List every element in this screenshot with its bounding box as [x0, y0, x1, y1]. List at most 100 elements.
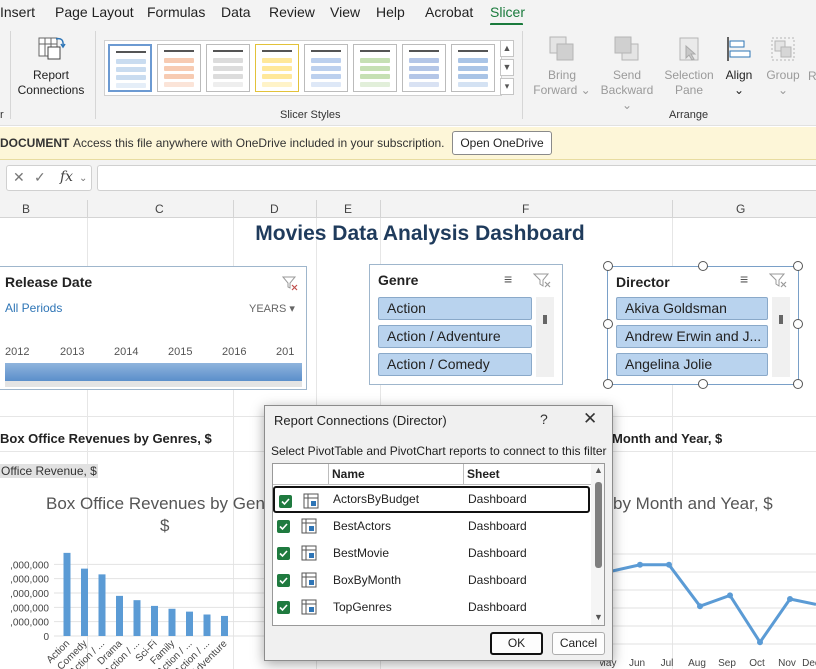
clear-filter-icon[interactable] — [533, 272, 551, 288]
checkbox-checked[interactable] — [277, 574, 290, 587]
slicer-styles-gallery[interactable] — [104, 40, 502, 96]
align-button[interactable]: Align ⌄ — [719, 34, 759, 98]
timeline-year[interactable]: 2013 — [60, 346, 84, 358]
timeline-bar[interactable] — [5, 363, 302, 381]
resize-handle[interactable] — [603, 379, 613, 389]
column-header-g[interactable]: G — [736, 202, 745, 216]
genre-slicer-scrollbar[interactable] — [536, 297, 554, 377]
table-row[interactable]: BoxByMonth Dashboard — [273, 567, 590, 594]
table-row[interactable]: TopGenres Dashboard — [273, 594, 590, 621]
scroll-down-icon[interactable]: ▼ — [594, 612, 603, 622]
checkbox-checked[interactable] — [277, 601, 290, 614]
cancel-button[interactable]: Cancel — [552, 632, 605, 655]
timeline-scrollbar[interactable] — [5, 381, 302, 387]
chevron-down-icon[interactable]: ⌄ — [79, 173, 87, 184]
timeline-year[interactable]: 201 — [276, 346, 294, 358]
slicer-item[interactable]: Andrew Erwin and J... — [616, 325, 768, 348]
open-onedrive-button[interactable]: Open OneDrive — [452, 131, 552, 155]
column-header-sheet[interactable]: Sheet — [464, 464, 591, 485]
column-header-c[interactable]: C — [155, 202, 164, 216]
connections-list[interactable]: Name Sheet ActorsByBudget Dashboard Best… — [272, 463, 605, 626]
resize-handle[interactable] — [698, 261, 708, 271]
ok-button[interactable]: OK — [490, 632, 543, 655]
timeline-year[interactable]: 2014 — [114, 346, 138, 358]
slicer-style-light-1[interactable] — [108, 44, 152, 92]
slicer-style-light-2[interactable] — [157, 44, 201, 92]
enter-check-icon[interactable]: ✓ — [34, 169, 46, 186]
insert-function-icon[interactable]: fx — [60, 169, 73, 185]
tab-view[interactable]: View — [330, 4, 360, 20]
genre-slicer-title: Genre — [378, 272, 419, 288]
slicer-style-other-2[interactable] — [451, 44, 495, 92]
column-header-b[interactable]: B — [22, 202, 30, 216]
table-row-partial[interactable] — [273, 621, 590, 625]
tab-data[interactable]: Data — [221, 4, 251, 20]
resize-handle[interactable] — [793, 319, 803, 329]
column-header-f[interactable]: F — [522, 202, 529, 216]
column-header-e[interactable]: E — [344, 202, 352, 216]
multi-select-icon[interactable]: ≡ — [504, 271, 512, 287]
genre-slicer[interactable]: Genre ≡ Action Action / Adventure Action… — [369, 264, 563, 385]
column-header-name[interactable]: Name — [329, 464, 463, 485]
row-name: BestMovie — [333, 546, 390, 560]
resize-handle[interactable] — [603, 319, 613, 329]
resize-handle[interactable] — [793, 261, 803, 271]
timeline-level-dropdown[interactable]: YEARS ▾ — [249, 302, 295, 315]
tab-help[interactable]: Help — [376, 4, 405, 20]
report-connections-button[interactable]: Report Connections — [15, 34, 87, 98]
cancel-x-icon[interactable]: ✕ — [13, 169, 25, 186]
resize-handle[interactable] — [793, 379, 803, 389]
timeline-year[interactable]: 2012 — [5, 346, 29, 358]
clear-filter-icon[interactable] — [282, 275, 298, 291]
rotate-button-fragment[interactable]: R — [808, 69, 816, 84]
slicer-style-light-6[interactable] — [353, 44, 397, 92]
close-icon[interactable]: ✕ — [583, 409, 597, 429]
slicer-item[interactable]: Action / Comedy — [378, 353, 532, 376]
slicer-item[interactable]: Angelina Jolie — [616, 353, 768, 376]
group-label-slicer-fragment: r — [0, 109, 4, 121]
resize-handle[interactable] — [603, 261, 613, 271]
resize-handle[interactable] — [698, 379, 708, 389]
slicer-item[interactable]: Action / Adventure — [378, 325, 532, 348]
tab-review[interactable]: Review — [269, 4, 315, 20]
bring-forward-button[interactable]: Bring Forward ⌄ — [531, 34, 593, 98]
gallery-scroll-up-icon[interactable]: ▲ — [500, 40, 514, 57]
slicer-style-other-1[interactable] — [402, 44, 446, 92]
clear-filter-icon[interactable] — [769, 272, 787, 288]
slicer-style-light-3[interactable] — [206, 44, 250, 92]
column-header-d[interactable]: D — [270, 202, 279, 216]
director-slicer-scrollbar[interactable] — [772, 297, 790, 377]
group-button[interactable]: Group ⌄ — [763, 34, 803, 98]
timeline-year[interactable]: 2015 — [168, 346, 192, 358]
slicer-style-light-4[interactable] — [255, 44, 299, 92]
director-slicer[interactable]: Director ≡ Akiva Goldsman Andrew Erwin a… — [607, 266, 799, 385]
tab-formulas[interactable]: Formulas — [147, 4, 205, 20]
timeline-year[interactable]: 2016 — [222, 346, 246, 358]
checkbox-checked[interactable] — [277, 547, 290, 560]
slicer-item[interactable]: Akiva Goldsman — [616, 297, 768, 320]
formula-input[interactable] — [97, 165, 816, 191]
help-icon[interactable]: ? — [540, 411, 548, 427]
tab-insert[interactable]: Insert — [0, 4, 35, 20]
pivot-field-button[interactable]: Office Revenue, $ — [0, 464, 98, 478]
table-row[interactable]: BestMovie Dashboard — [273, 540, 590, 567]
tab-acrobat[interactable]: Acrobat — [425, 4, 473, 20]
gallery-scroll-down-icon[interactable]: ▼ — [500, 59, 514, 76]
tab-page-layout[interactable]: Page Layout — [55, 4, 134, 20]
scroll-thumb[interactable] — [595, 482, 602, 568]
tab-slicer[interactable]: Slicer — [490, 4, 525, 20]
release-date-timeline[interactable]: Release Date All Periods YEARS ▾ 2012 20… — [0, 266, 307, 390]
send-backward-button[interactable]: Send Backward ⌄ — [594, 34, 660, 113]
table-row[interactable]: BestActors Dashboard — [273, 513, 590, 540]
multi-select-icon[interactable]: ≡ — [740, 271, 748, 287]
checkbox-checked[interactable] — [279, 495, 292, 508]
checkbox-checked[interactable] — [277, 520, 290, 533]
group-label-slicer-styles: Slicer Styles — [280, 109, 341, 121]
gallery-more-icon[interactable]: ▾ — [500, 78, 514, 95]
slicer-style-light-5[interactable] — [304, 44, 348, 92]
connections-scrollbar[interactable]: ▲ ▼ — [591, 464, 604, 625]
selection-pane-button[interactable]: Selection Pane — [661, 34, 717, 98]
slicer-item[interactable]: Action — [378, 297, 532, 320]
table-row[interactable]: ActorsByBudget Dashboard — [273, 486, 590, 513]
scroll-up-icon[interactable]: ▲ — [594, 465, 603, 475]
